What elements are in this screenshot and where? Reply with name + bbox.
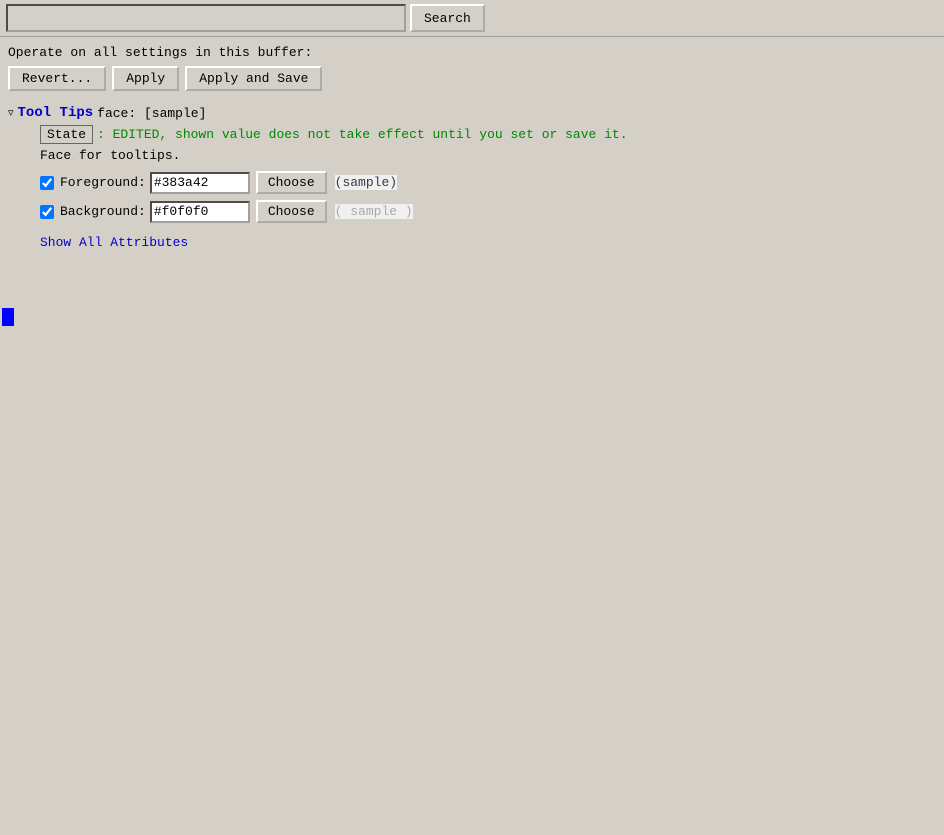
state-badge: State bbox=[40, 125, 93, 144]
apply-save-button[interactable]: Apply and Save bbox=[185, 66, 322, 91]
button-row: Revert... Apply Apply and Save bbox=[8, 66, 936, 91]
choose-foreground-button[interactable]: Choose bbox=[256, 171, 327, 194]
section-body: State : EDITED, shown value does not tak… bbox=[40, 125, 936, 250]
foreground-sample: (sample) bbox=[335, 175, 397, 190]
background-row: Background: Choose ( sample ) bbox=[40, 200, 936, 223]
collapse-triangle-icon[interactable]: ▿ bbox=[8, 106, 14, 120]
background-sample: ( sample ) bbox=[335, 204, 413, 219]
section-header: ▿ Tool Tips face: [sample] bbox=[8, 105, 936, 121]
section-subtitle: face: [sample] bbox=[97, 106, 206, 121]
choose-background-button[interactable]: Choose bbox=[256, 200, 327, 223]
background-checkbox[interactable] bbox=[40, 205, 54, 219]
search-button[interactable]: Search bbox=[410, 4, 485, 32]
face-description: Face for tooltips. bbox=[40, 148, 936, 163]
revert-button[interactable]: Revert... bbox=[8, 66, 106, 91]
foreground-input[interactable] bbox=[150, 172, 250, 194]
apply-button[interactable]: Apply bbox=[112, 66, 179, 91]
show-all-attributes-link[interactable]: Show All Attributes bbox=[40, 235, 188, 250]
foreground-row: Foreground: Choose (sample) bbox=[40, 171, 936, 194]
main-content: Operate on all settings in this buffer: … bbox=[0, 37, 944, 258]
state-description: : EDITED, shown value does not take effe… bbox=[97, 127, 628, 142]
state-row: State : EDITED, shown value does not tak… bbox=[40, 125, 936, 144]
foreground-checkbox[interactable] bbox=[40, 176, 54, 190]
search-input[interactable] bbox=[6, 4, 406, 32]
top-bar: Search bbox=[0, 0, 944, 37]
section-title: Tool Tips bbox=[18, 105, 94, 121]
foreground-label: Foreground: bbox=[60, 175, 146, 190]
operate-label: Operate on all settings in this buffer: bbox=[8, 45, 936, 60]
content-wrapper: ▿ Tool Tips face: [sample] State : EDITE… bbox=[8, 105, 936, 250]
blue-marker bbox=[2, 308, 14, 326]
tool-tips-section: ▿ Tool Tips face: [sample] State : EDITE… bbox=[8, 105, 936, 250]
background-label: Background: bbox=[60, 204, 146, 219]
background-input[interactable] bbox=[150, 201, 250, 223]
